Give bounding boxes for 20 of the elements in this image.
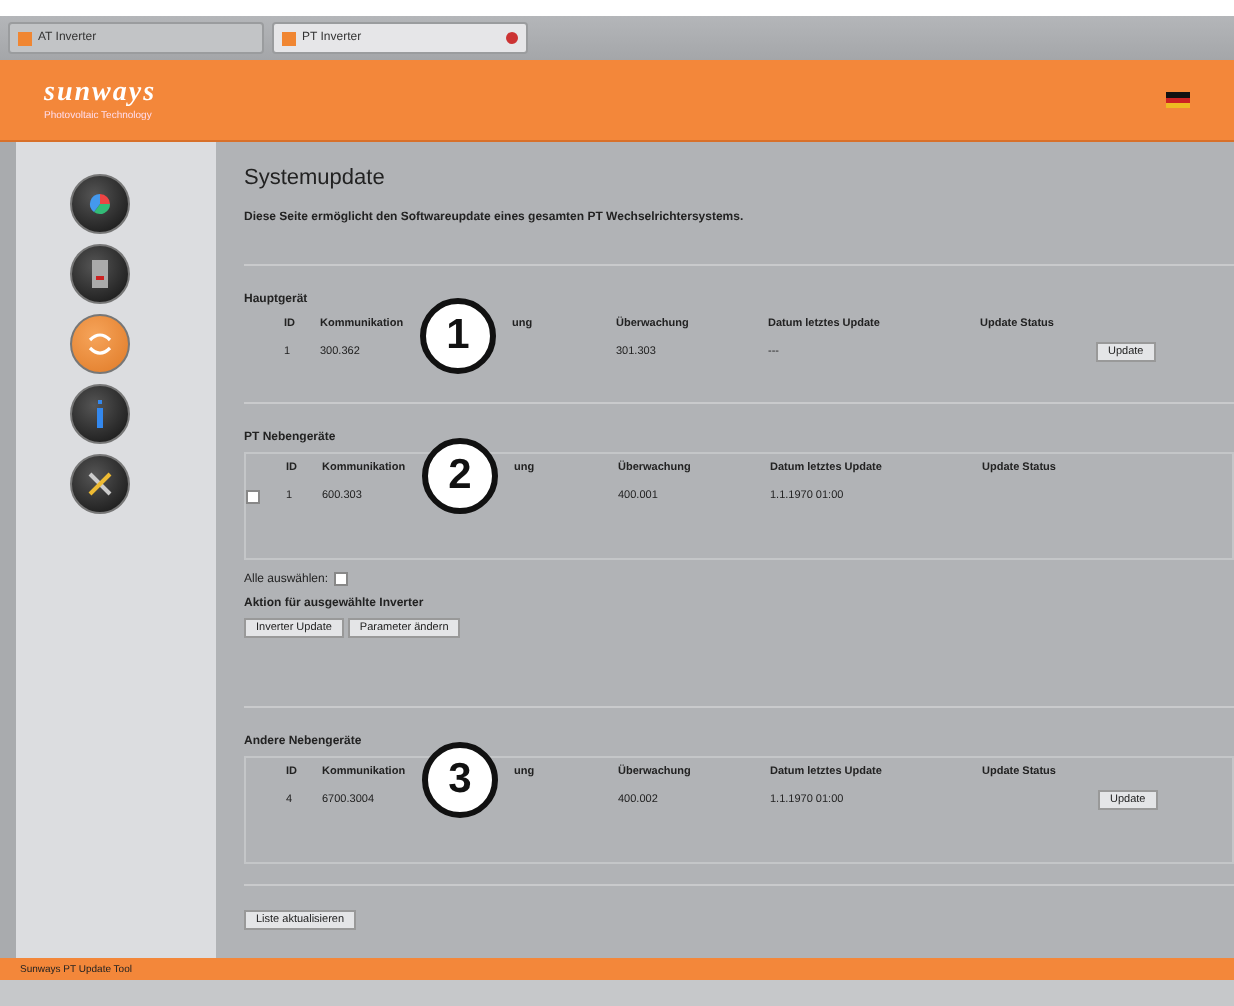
close-icon[interactable] [506,32,518,44]
page-icon [18,31,32,45]
select-all-checkbox[interactable] [334,572,349,586]
device-icon [90,260,110,288]
flag-icon[interactable] [1166,92,1190,108]
pie-chart-icon [88,192,112,216]
callout-number: 1 [420,298,496,374]
tools-icon [86,470,114,498]
page-icon [282,31,296,45]
info-icon [96,400,104,428]
page-title: Systemupdate [244,166,387,190]
nav-button[interactable] [70,174,130,234]
nav-button[interactable] [70,454,130,514]
callout-number: 2 [422,438,498,514]
nav-button[interactable] [70,384,130,444]
nav-button[interactable] [70,244,130,304]
arrows-icon [86,332,114,356]
row-checkbox[interactable] [246,489,260,503]
logo: sunways [44,78,159,110]
callout-number: 3 [422,742,498,818]
